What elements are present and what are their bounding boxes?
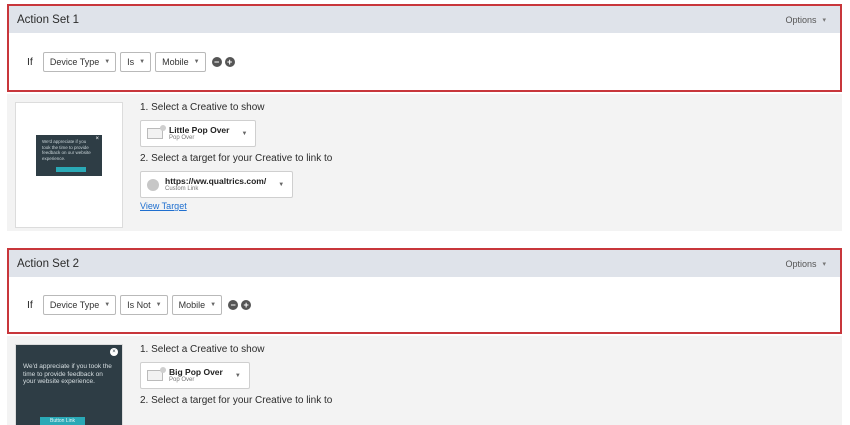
action-set-2-highlight: Action Set 2 Options ▾ If Device Type ▼ … bbox=[7, 248, 842, 334]
action-set-1-header: Action Set 1 Options ▾ bbox=[9, 6, 840, 33]
preview-text: We'd appreciate if you took the time to … bbox=[42, 139, 91, 161]
big-pop-over-preview: × We'd appreciate if you took the time t… bbox=[16, 345, 122, 425]
chevron-down-icon: ▼ bbox=[104, 301, 111, 308]
condition-value-dropdown[interactable]: Mobile ▼ bbox=[171, 294, 223, 315]
chevron-down-icon: ▼ bbox=[104, 58, 111, 65]
action-set-1-highlight: Action Set 1 Options ▾ If Device Type ▼ … bbox=[7, 4, 842, 92]
creative-icon bbox=[147, 125, 166, 139]
chevron-down-icon: ▼ bbox=[210, 301, 217, 308]
creative-steps: 1. Select a Creative to show Big Pop Ove… bbox=[140, 344, 332, 409]
action-set-2-header: Action Set 2 Options ▾ bbox=[9, 250, 840, 277]
dropdown-value: Mobile bbox=[162, 56, 189, 67]
chevron-down-icon: ▼ bbox=[234, 372, 241, 379]
condition-field-dropdown[interactable]: Device Type ▼ bbox=[42, 294, 117, 315]
chevron-down-icon: ▼ bbox=[139, 58, 146, 65]
condition-value-dropdown[interactable]: Mobile ▼ bbox=[155, 51, 206, 72]
preview-text: We'd appreciate if you took the time to … bbox=[23, 363, 112, 385]
step-2-label: 2. Select a target for your Creative to … bbox=[140, 153, 333, 164]
caret-down-icon: ▾ bbox=[822, 260, 826, 268]
options-label: Options bbox=[785, 14, 817, 25]
creative-type: Pop Over bbox=[169, 377, 195, 383]
action-set-title: Action Set 1 bbox=[17, 13, 80, 26]
remove-condition-icon[interactable]: − bbox=[211, 56, 222, 67]
chevron-down-icon: ▼ bbox=[193, 58, 200, 65]
remove-condition-icon[interactable]: − bbox=[228, 299, 239, 310]
step-2-label: 2. Select a target for your Creative to … bbox=[140, 395, 333, 406]
creative-preview: × We'd appreciate if you took the time t… bbox=[15, 102, 123, 228]
condition-operator-dropdown[interactable]: Is Not ▼ bbox=[120, 294, 168, 315]
creative-preview: × We'd appreciate if you took the time t… bbox=[15, 344, 123, 425]
close-icon: × bbox=[110, 348, 118, 356]
condition-field-dropdown[interactable]: Device Type ▼ bbox=[42, 51, 117, 72]
add-condition-icon[interactable]: + bbox=[241, 299, 252, 310]
target-type: Custom Link bbox=[165, 186, 199, 192]
creative-dropdown[interactable]: Big Pop Over Pop Over ▼ bbox=[140, 362, 250, 389]
condition-row: If Device Type ▼ Is Not ▼ Mobile ▼ − + bbox=[9, 277, 840, 332]
creative-steps: 1. Select a Creative to show Little Pop … bbox=[140, 102, 332, 211]
chevron-down-icon: ▼ bbox=[155, 301, 162, 308]
if-label: If bbox=[27, 298, 33, 311]
if-label: If bbox=[27, 55, 33, 68]
options-label: Options bbox=[785, 258, 817, 269]
little-pop-over-preview: × We'd appreciate if you took the time t… bbox=[36, 135, 102, 176]
creative-dropdown[interactable]: Little Pop Over Pop Over ▼ bbox=[140, 120, 257, 147]
preview-button: Button Link bbox=[40, 417, 85, 425]
condition-row: If Device Type ▼ Is ▼ Mobile ▼ − + bbox=[9, 33, 840, 90]
target-dropdown[interactable]: https://ww.qualtrics.com/ Custom Link ▼ bbox=[140, 171, 294, 198]
condition-operator-dropdown[interactable]: Is ▼ bbox=[120, 51, 152, 72]
chevron-down-icon: ▼ bbox=[241, 130, 248, 137]
step-1-label: 1. Select a Creative to show bbox=[140, 102, 265, 113]
step-1-label: 1. Select a Creative to show bbox=[140, 344, 265, 355]
caret-down-icon: ▾ bbox=[822, 16, 826, 24]
action-set-title: Action Set 2 bbox=[17, 257, 80, 270]
dropdown-value: Is Not bbox=[127, 299, 151, 310]
dropdown-value: Is bbox=[127, 56, 135, 67]
action-set-1-body: × We'd appreciate if you took the time t… bbox=[7, 94, 842, 231]
dropdown-value: Device Type bbox=[49, 299, 100, 310]
link-icon bbox=[147, 178, 159, 191]
close-icon: × bbox=[95, 136, 99, 142]
options-menu[interactable]: Options ▾ bbox=[785, 15, 826, 25]
chevron-down-icon: ▼ bbox=[278, 181, 285, 188]
dropdown-value: Mobile bbox=[178, 299, 206, 310]
creative-icon bbox=[147, 367, 166, 381]
dropdown-value: Device Type bbox=[49, 56, 100, 67]
options-menu[interactable]: Options ▾ bbox=[785, 259, 826, 269]
creative-type: Pop Over bbox=[169, 135, 195, 141]
view-target-link[interactable]: View Target bbox=[140, 201, 332, 211]
action-set-2-body: × We'd appreciate if you took the time t… bbox=[7, 336, 842, 425]
target-name: https://ww.qualtrics.com/ bbox=[165, 176, 267, 186]
add-condition-icon[interactable]: + bbox=[224, 56, 235, 67]
preview-button bbox=[56, 167, 86, 172]
creative-name: Little Pop Over bbox=[169, 125, 230, 135]
creative-name: Big Pop Over bbox=[169, 367, 223, 377]
